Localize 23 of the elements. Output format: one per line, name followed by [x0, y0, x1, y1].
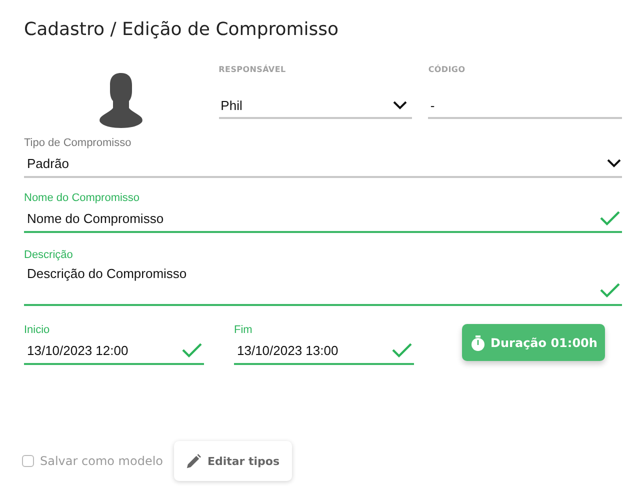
checkbox[interactable] [22, 455, 34, 467]
select-field[interactable]: Phil [218, 93, 412, 119]
input-field[interactable]: - [428, 93, 622, 119]
field-label: Inicio [24, 324, 51, 337]
user-avatar-icon [99, 73, 144, 129]
stopwatch-icon [470, 334, 486, 350]
chevron-down-icon [392, 99, 408, 111]
field-label: Nome do Compromisso [24, 192, 141, 205]
date-field[interactable]: 13/10/2023 12:00 [24, 337, 204, 365]
field-label: Tipo de Compromisso [24, 137, 132, 150]
chevron-down-icon [606, 157, 622, 169]
field-label: RESPONSÁVEL [218, 65, 287, 76]
select-field[interactable]: Padrão [24, 150, 622, 178]
field-label: CÓDIGO [428, 65, 466, 76]
text-area[interactable]: Descrição do Compromisso [24, 262, 622, 306]
checkbox-label: Salvar como modelo [40, 454, 163, 468]
input-field[interactable]: Nome do Compromisso [24, 205, 622, 233]
field-label: Descrição [24, 249, 74, 262]
field-label: Fim [234, 324, 254, 337]
form-title: Cadastro / Edição de Compromisso [24, 19, 340, 42]
pencil-icon [186, 454, 202, 468]
edit-types-button[interactable]: Editar tipos [174, 441, 292, 481]
date-field[interactable]: 13/10/2023 13:00 [234, 337, 414, 365]
